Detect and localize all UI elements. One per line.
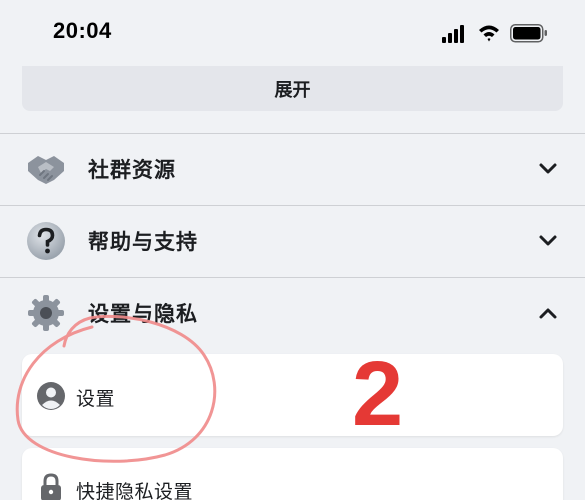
menu-item-label: 帮助与支持 (88, 230, 198, 254)
chevron-up-icon (539, 308, 557, 319)
status-time: 20:04 (53, 18, 112, 43)
cellular-signal-icon (442, 25, 464, 43)
menu-item-label: 社群资源 (88, 158, 176, 182)
privacy-shortcuts-subitem[interactable]: 快捷隐私设置 (22, 448, 563, 500)
gear-icon (28, 295, 64, 331)
menu-item-community-resources[interactable]: 社群资源 (0, 134, 585, 204)
wifi-icon (479, 25, 499, 42)
chevron-down-icon (539, 235, 557, 246)
status-bar: 20:04 (0, 0, 585, 66)
battery-icon (510, 24, 547, 43)
help-question-icon (27, 222, 65, 260)
annotation-number: 2 (352, 343, 404, 445)
user-profile-icon (37, 382, 65, 410)
chevron-down-icon (539, 163, 557, 174)
menu-item-help-support[interactable]: 帮助与支持 (0, 206, 585, 276)
status-icons (442, 24, 547, 43)
privacy-shortcuts-subitem-label: 快捷隐私设置 (76, 481, 194, 500)
settings-subitem[interactable]: 设置 (22, 354, 563, 436)
handshake-icon (28, 156, 64, 184)
menu-item-settings-privacy[interactable]: 设置与隐私 (0, 278, 585, 348)
settings-subitem-label: 设置 (76, 388, 116, 410)
expand-button[interactable]: 展开 (22, 66, 563, 111)
menu-item-label: 设置与隐私 (88, 302, 198, 326)
lock-icon (41, 473, 61, 500)
